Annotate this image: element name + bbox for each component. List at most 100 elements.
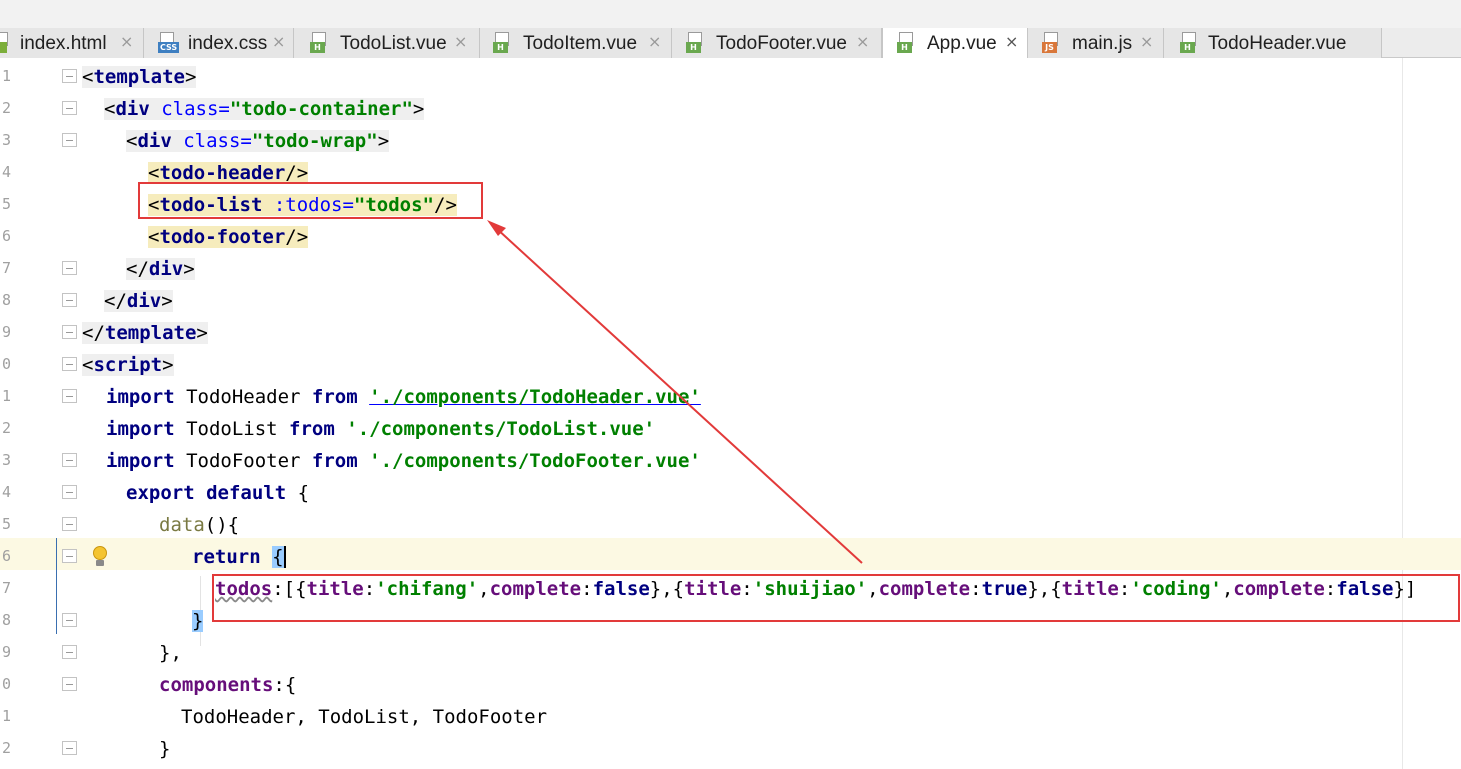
code-text: <todo-header/> bbox=[148, 162, 309, 184]
close-icon[interactable]: × bbox=[272, 32, 285, 51]
line-number: 5 bbox=[1, 515, 11, 533]
fold-marker-icon[interactable] bbox=[62, 549, 78, 565]
fold-marker-icon[interactable] bbox=[62, 325, 78, 341]
code-line: 3 <div class="todo-wrap"> bbox=[0, 125, 1461, 157]
code-text: </div> bbox=[104, 290, 173, 312]
line-number: 1 bbox=[1, 707, 11, 725]
code-text: import TodoHeader from './components/Tod… bbox=[106, 386, 701, 408]
editor-tab-bar: index.html × CSS index.css × H TodoList.… bbox=[0, 0, 1461, 59]
code-line: 1 TodoHeader, TodoList, TodoFooter bbox=[0, 701, 1461, 733]
fold-marker-icon[interactable] bbox=[62, 389, 78, 405]
fold-marker-icon[interactable] bbox=[62, 677, 78, 693]
code-line: 2 <div class="todo-container"> bbox=[0, 93, 1461, 125]
tab-label: TodoFooter.vue bbox=[716, 33, 847, 54]
close-icon[interactable]: × bbox=[454, 32, 467, 51]
code-text: <todo-footer/> bbox=[148, 226, 309, 248]
tab-index-html[interactable]: index.html × bbox=[0, 28, 144, 58]
tab-label: index.html bbox=[20, 33, 107, 54]
tab-todoheader-vue[interactable]: H TodoHeader.vue bbox=[1164, 28, 1382, 58]
fold-marker-icon[interactable] bbox=[62, 133, 78, 149]
code-text: components:{ bbox=[159, 674, 297, 696]
close-icon[interactable]: × bbox=[1140, 32, 1153, 51]
code-line: 6 return { bbox=[0, 541, 1461, 573]
line-number: 2 bbox=[1, 739, 11, 757]
line-number: 9 bbox=[1, 643, 11, 661]
code-text: <template> bbox=[82, 66, 197, 88]
vue-file-icon: H bbox=[310, 32, 328, 54]
line-number: 8 bbox=[1, 611, 11, 629]
code-text: TodoHeader, TodoList, TodoFooter bbox=[181, 706, 548, 728]
tab-label: TodoItem.vue bbox=[523, 33, 638, 54]
line-number: 0 bbox=[1, 355, 11, 373]
close-icon[interactable]: × bbox=[1005, 32, 1018, 51]
tab-label: TodoList.vue bbox=[340, 33, 447, 54]
js-file-icon: JS bbox=[1042, 32, 1060, 54]
line-number: 7 bbox=[1, 579, 11, 597]
fold-marker-icon[interactable] bbox=[62, 485, 78, 501]
vue-file-icon: H bbox=[1180, 32, 1198, 54]
line-number: 4 bbox=[1, 483, 11, 501]
import-path-link[interactable]: './components/TodoHeader.vue' bbox=[369, 386, 701, 408]
code-line: 6 <todo-footer/> bbox=[0, 221, 1461, 253]
code-text: return { bbox=[192, 546, 286, 568]
fold-marker-icon[interactable] bbox=[62, 69, 78, 85]
tab-label: TodoHeader.vue bbox=[1208, 33, 1347, 54]
line-number: 1 bbox=[1, 387, 11, 405]
html-file-icon bbox=[0, 32, 10, 54]
fold-marker-icon[interactable] bbox=[62, 261, 78, 277]
code-line: 8 </div> bbox=[0, 285, 1461, 317]
line-number: 7 bbox=[1, 259, 11, 277]
line-number: 3 bbox=[1, 451, 11, 469]
tab-todoitem-vue[interactable]: H TodoItem.vue × bbox=[480, 28, 672, 58]
code-text: </div> bbox=[126, 258, 195, 280]
fold-marker-icon[interactable] bbox=[62, 741, 78, 757]
line-number: 1 bbox=[1, 67, 11, 85]
code-line: 1 <template> bbox=[0, 61, 1461, 93]
code-line: 4 export default { bbox=[0, 477, 1461, 509]
fold-marker-icon[interactable] bbox=[62, 645, 78, 661]
tab-main-js[interactable]: JS main.js × bbox=[1028, 28, 1164, 58]
line-number: 6 bbox=[1, 547, 11, 565]
code-line: 2 import TodoList from './components/Tod… bbox=[0, 413, 1461, 445]
line-number: 2 bbox=[1, 99, 11, 117]
code-text: export default { bbox=[126, 482, 310, 504]
line-number: 4 bbox=[1, 163, 11, 181]
code-line: 0 components:{ bbox=[0, 669, 1461, 701]
code-text: <script> bbox=[82, 354, 174, 376]
annotation-box-todo-list bbox=[138, 182, 483, 219]
fold-marker-icon[interactable] bbox=[62, 357, 78, 373]
tab-todolist-vue[interactable]: H TodoList.vue × bbox=[294, 28, 480, 58]
fold-marker-icon[interactable] bbox=[62, 101, 78, 117]
fold-marker-icon[interactable] bbox=[62, 517, 78, 533]
fold-marker-icon[interactable] bbox=[62, 613, 78, 629]
vue-file-icon: H bbox=[897, 32, 915, 54]
close-icon[interactable]: × bbox=[856, 32, 869, 51]
fold-marker-icon[interactable] bbox=[62, 293, 78, 309]
close-icon[interactable]: × bbox=[648, 32, 661, 51]
code-line: 9 }, bbox=[0, 637, 1461, 669]
code-line: 7 </div> bbox=[0, 253, 1461, 285]
line-number: 5 bbox=[1, 195, 11, 213]
tab-index-css[interactable]: CSS index.css × bbox=[144, 28, 294, 58]
code-text: import TodoFooter from './components/Tod… bbox=[106, 450, 701, 472]
code-text: data(){ bbox=[159, 514, 240, 536]
line-number: 2 bbox=[1, 419, 11, 437]
tab-todofooter-vue[interactable]: H TodoFooter.vue × bbox=[672, 28, 882, 58]
code-editor[interactable]: 1 <template> 2 <div class="todo-containe… bbox=[0, 58, 1461, 769]
code-text: } bbox=[159, 738, 171, 760]
tab-app-vue[interactable]: H App.vue × bbox=[882, 28, 1028, 59]
tab-label: main.js bbox=[1072, 33, 1133, 54]
code-line: 2 } bbox=[0, 733, 1461, 765]
line-number: 3 bbox=[1, 131, 11, 149]
code-line: 9 </template> bbox=[0, 317, 1461, 349]
tab-label: index.css bbox=[188, 33, 268, 54]
text-caret bbox=[283, 546, 286, 568]
line-number: 8 bbox=[1, 291, 11, 309]
code-line: 0 <script> bbox=[0, 349, 1461, 381]
close-icon[interactable]: × bbox=[120, 32, 133, 51]
code-text: <div class="todo-container"> bbox=[104, 98, 425, 120]
lightbulb-icon[interactable] bbox=[90, 545, 110, 569]
tab-label: App.vue bbox=[927, 33, 997, 54]
fold-marker-icon[interactable] bbox=[62, 453, 78, 469]
annotation-box-todos-data bbox=[212, 574, 1460, 622]
